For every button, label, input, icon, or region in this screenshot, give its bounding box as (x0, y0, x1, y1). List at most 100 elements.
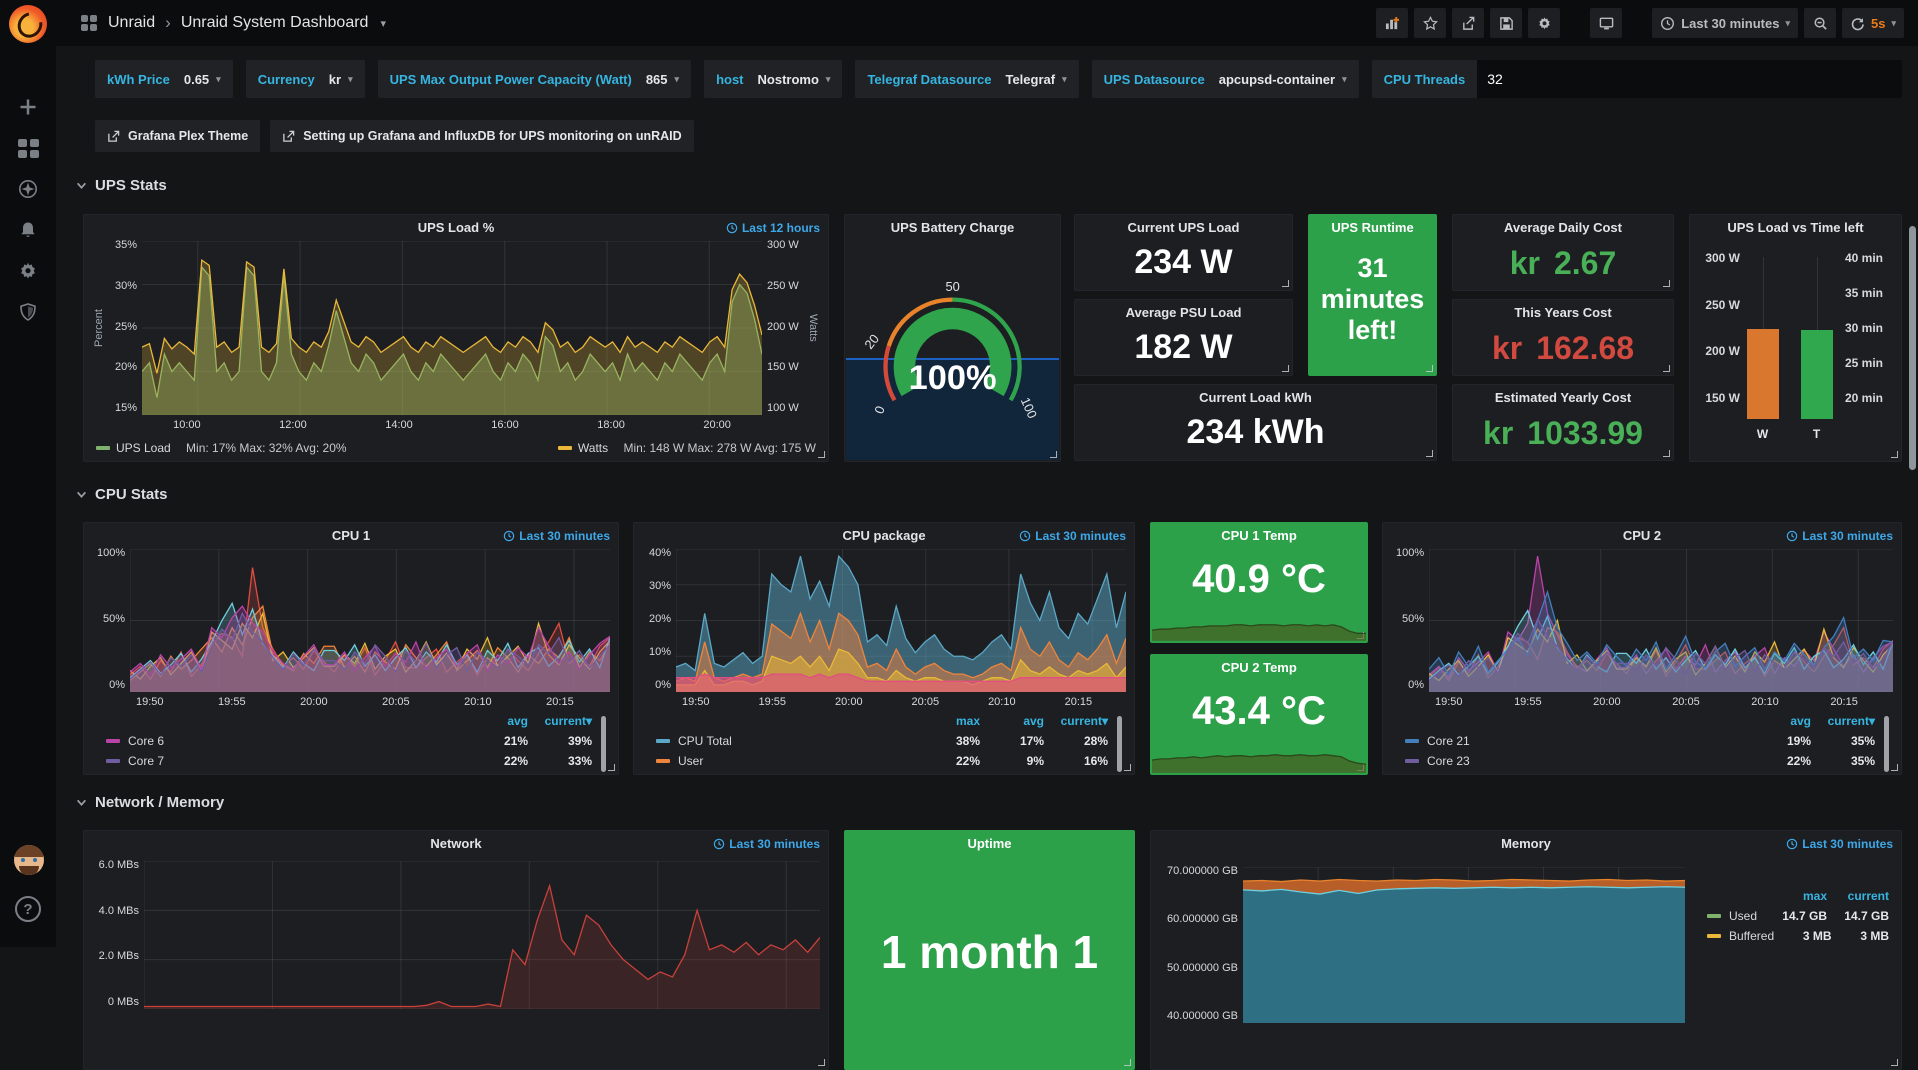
panel-time-range[interactable]: Last 30 minutes (1019, 529, 1126, 543)
axis-tick: 100% (1396, 548, 1424, 559)
y-axis-ticks: 100%50%0% (1391, 549, 1429, 692)
save-dashboard-button[interactable] (1490, 8, 1522, 38)
panel-title[interactable]: Average PSU Load (1075, 305, 1292, 320)
grafana-logo[interactable] (9, 5, 47, 43)
legend-sort-header[interactable]: avg (1747, 714, 1811, 728)
legend-scrollbar[interactable] (601, 716, 606, 772)
star-dashboard-button[interactable] (1414, 8, 1446, 38)
panel-title[interactable]: Current UPS Load (1075, 220, 1292, 235)
panel-title[interactable]: Current Load kWh (1075, 390, 1436, 405)
legend-sort-header[interactable]: avg (980, 714, 1044, 728)
help-icon[interactable]: ? (15, 896, 41, 922)
panel-time-range[interactable]: Last 30 minutes (1786, 837, 1893, 851)
legend-series-name[interactable]: Watts (578, 441, 608, 455)
variables-row: kWh Price0.65▾Currencykr▾UPS Max Output … (95, 60, 1902, 98)
breadcrumb-root[interactable]: Unraid (108, 14, 155, 32)
variable-value[interactable]: 0.65▾ (184, 72, 221, 87)
legend-row: Core 2322%35% (1391, 754, 1893, 768)
legend-series-name[interactable]: Core 7 (92, 754, 164, 768)
legend-header-row: maxavgcurrent▾ (642, 714, 1126, 728)
legend-sort-header[interactable]: avg (464, 714, 528, 728)
load-vs-time-bars[interactable] (1742, 257, 1837, 419)
axis-tick: 30% (647, 581, 671, 592)
cpu2-chart[interactable] (1429, 549, 1893, 692)
share-dashboard-button[interactable] (1452, 8, 1484, 38)
legend-series-name[interactable]: Core 21 (1391, 734, 1470, 748)
variable-value[interactable]: Telegraf▾ (1005, 72, 1066, 87)
dashboards-icon[interactable] (17, 137, 39, 159)
legend-sort-header[interactable]: current▾ (528, 714, 592, 728)
panel-title[interactable]: Uptime (845, 836, 1134, 851)
time-range-picker[interactable]: Last 30 minutes ▾ (1652, 8, 1798, 38)
panel-title[interactable]: This Years Cost (1453, 305, 1673, 320)
panel-title[interactable]: CPU 2 Temp (1151, 660, 1367, 675)
legend-sort-header[interactable]: current▾ (1044, 714, 1108, 728)
variable-value[interactable]: Nostromo▾ (758, 72, 831, 87)
row-header-ups-stats[interactable]: UPS Stats (76, 177, 167, 194)
variable-value[interactable]: kr▾ (329, 72, 353, 87)
dashboard-link[interactable]: Grafana Plex Theme (95, 120, 260, 152)
configuration-gear-icon[interactable] (17, 260, 39, 282)
panel-ups-load: UPS Load % Last 12 hours Percent 35%30%2… (83, 214, 829, 462)
legend-sort-header[interactable]: current (1827, 889, 1889, 903)
panel-title[interactable]: UPS Battery Charge (845, 220, 1060, 235)
bar-W[interactable] (1747, 257, 1779, 419)
breadcrumb-current[interactable]: Unraid System Dashboard (181, 14, 369, 32)
legend-series-name[interactable]: User (642, 754, 703, 768)
dashboard-link[interactable]: Setting up Grafana and InfluxDB for UPS … (270, 120, 693, 152)
dashboard-settings-gear-icon[interactable] (1528, 8, 1560, 38)
panel-uptime: Uptime 1 month 1 (844, 830, 1135, 1070)
panel-title[interactable]: Estimated Yearly Cost (1453, 390, 1673, 405)
zoom-out-button[interactable] (1804, 8, 1836, 38)
dashboard-grid-icon[interactable] (80, 14, 98, 32)
axis-tick: 150 W (1696, 391, 1740, 405)
ups-load-chart[interactable] (142, 241, 762, 415)
refresh-interval-label[interactable]: 5s (1871, 16, 1885, 31)
variable-input[interactable] (1477, 60, 1902, 98)
panel-time-range[interactable]: Last 12 hours (726, 221, 820, 235)
row-header-cpu-stats[interactable]: CPU Stats (76, 486, 168, 503)
user-avatar[interactable] (14, 845, 44, 875)
server-admin-shield-icon[interactable] (17, 301, 39, 323)
panel-time-range[interactable]: Last 30 minutes (1786, 529, 1893, 543)
topbar: Unraid › Unraid System Dashboard ▾ Last … (0, 0, 1918, 46)
bar-T[interactable] (1801, 257, 1833, 419)
explore-compass-icon[interactable] (17, 178, 39, 200)
create-plus-icon[interactable] (17, 96, 39, 118)
panel-title[interactable]: UPS Load vs Time left (1690, 220, 1901, 235)
legend-scrollbar[interactable] (1884, 716, 1889, 772)
chevron-down-icon[interactable]: ▾ (380, 17, 386, 30)
legend-series-name[interactable]: CPU Total (642, 734, 732, 748)
legend-sort-header[interactable]: current▾ (1811, 714, 1875, 728)
legend-sort-header[interactable]: max (916, 714, 980, 728)
cpu-package-chart[interactable] (676, 549, 1126, 692)
legend-scrollbar[interactable] (1117, 716, 1122, 772)
add-panel-button[interactable] (1376, 8, 1408, 38)
panel-time-range[interactable]: Last 30 minutes (713, 837, 820, 851)
cpu1-chart[interactable] (130, 549, 610, 692)
page-scrollbar[interactable] (1909, 226, 1916, 470)
refresh-button[interactable]: 5s ▾ (1842, 8, 1904, 38)
panel-title[interactable]: UPS Load % (84, 220, 828, 235)
legend-series-name[interactable]: Core 23 (1391, 754, 1470, 768)
axis-tick: 14:00 (385, 419, 413, 433)
legend-sort-header[interactable]: max (1765, 889, 1827, 903)
panel-title[interactable]: Average Daily Cost (1453, 220, 1673, 235)
panel-time-range[interactable]: Last 30 minutes (503, 529, 610, 543)
memory-chart[interactable] (1243, 867, 1685, 1023)
row-header-network-memory[interactable]: Network / Memory (76, 794, 224, 811)
axis-tick: 20:15 (1065, 696, 1093, 710)
variable-value[interactable]: apcupsd-container▾ (1219, 72, 1347, 87)
legend-series-name[interactable]: UPS Load (116, 441, 171, 455)
tv-mode-button[interactable] (1590, 8, 1622, 38)
panel-title[interactable]: CPU 1 Temp (1151, 528, 1367, 543)
legend-series-name[interactable]: Used (1693, 909, 1757, 923)
alerting-bell-icon[interactable] (17, 219, 39, 241)
axis-tick: 19:55 (1514, 696, 1542, 710)
legend-series-name[interactable]: Buffered (1693, 929, 1774, 943)
legend-series-name[interactable]: Core 6 (92, 734, 164, 748)
network-chart[interactable] (144, 861, 820, 1009)
variable-value[interactable]: 865▾ (646, 72, 679, 87)
panel-title[interactable]: UPS Runtime (1309, 220, 1436, 235)
svg-text:20: 20 (861, 332, 882, 353)
